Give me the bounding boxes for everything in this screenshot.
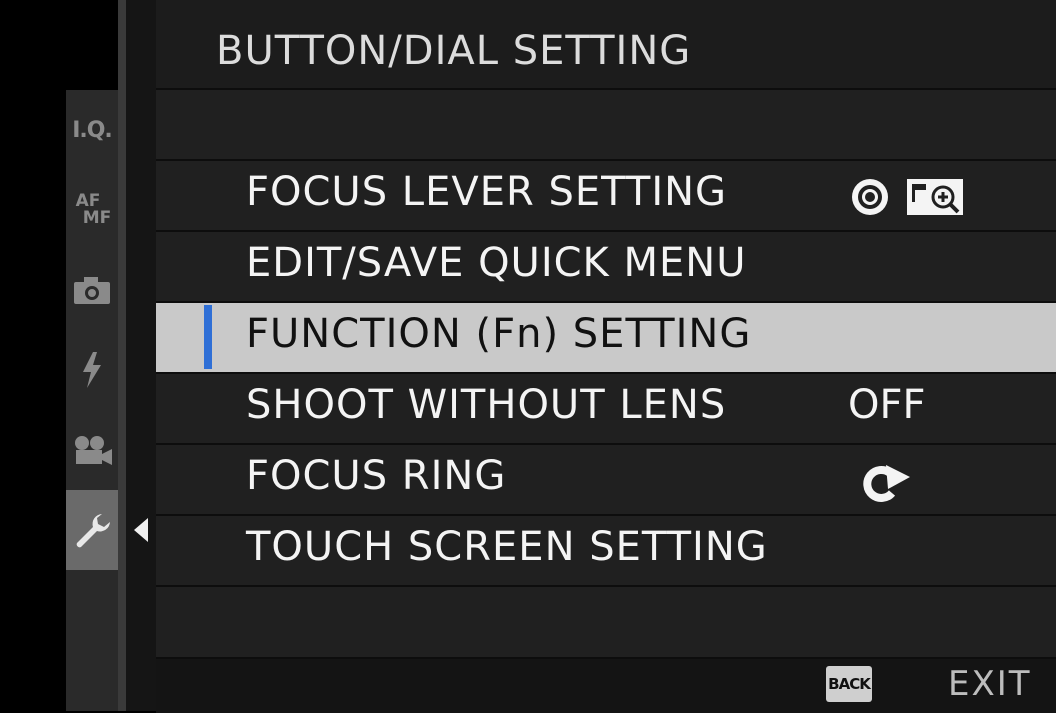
menu-spacer-row xyxy=(156,88,1056,159)
movie-icon xyxy=(75,436,112,465)
joystick-icon xyxy=(852,179,888,215)
menu-item-function-fn-setting[interactable]: FUNCTION (Fn) SETTING xyxy=(156,301,1056,372)
menu-item-focus-lever-setting[interactable]: FOCUS LEVER SETTING xyxy=(156,159,1056,230)
menu-item-edit-save-quick-menu[interactable]: EDIT/SAVE QUICK MENU xyxy=(156,230,1056,301)
page-title: BUTTON/DIAL SETTING xyxy=(216,28,692,74)
tab-af-mf[interactable]: AF MF xyxy=(66,170,118,250)
tab-shooting[interactable] xyxy=(66,250,118,330)
menu-item-label: FOCUS RING xyxy=(246,453,507,499)
flash-icon xyxy=(83,352,101,388)
rotate-clockwise-icon xyxy=(863,465,910,502)
back-button[interactable]: BACK xyxy=(826,666,872,702)
selection-marker xyxy=(204,305,212,369)
camera-icon xyxy=(74,277,110,304)
menu-item-label: SHOOT WITHOUT LENS xyxy=(246,382,727,428)
footer-bar xyxy=(156,657,1056,713)
back-label: BACK xyxy=(828,675,871,693)
exit-label: EXIT xyxy=(948,664,1032,704)
tab-iq-label: I.Q. xyxy=(72,117,113,143)
menu-item-focus-ring[interactable]: FOCUS RING xyxy=(156,443,1056,514)
focus-zoom-icon xyxy=(907,179,963,215)
menu-item-label: FOCUS LEVER SETTING xyxy=(246,169,728,215)
tab-movie[interactable] xyxy=(66,410,118,490)
menu-item-touch-screen-setting[interactable]: TOUCH SCREEN SETTING xyxy=(156,514,1056,585)
menu-tab-rail: I.Q. AF MF xyxy=(66,90,118,711)
wrench-icon xyxy=(76,514,110,548)
tab-setup[interactable] xyxy=(66,490,118,570)
tab-mf-label: MF xyxy=(82,208,112,228)
menu-item-value xyxy=(856,463,912,503)
rail-gap xyxy=(126,0,156,711)
tab-image-quality[interactable]: I.Q. xyxy=(66,90,118,170)
menu-item-value xyxy=(848,177,964,217)
menu-spacer-row xyxy=(156,585,1056,657)
menu-item-label: TOUCH SCREEN SETTING xyxy=(246,524,768,570)
menu-item-value: OFF xyxy=(848,382,926,428)
menu-item-shoot-without-lens[interactable]: SHOOT WITHOUT LENS OFF xyxy=(156,372,1056,443)
menu-item-label: FUNCTION (Fn) SETTING xyxy=(246,311,752,357)
left-margin xyxy=(0,0,66,711)
tab-flash[interactable] xyxy=(66,330,118,410)
menu-item-label: EDIT/SAVE QUICK MENU xyxy=(246,240,747,286)
rail-separator xyxy=(118,0,126,711)
active-tab-indicator-icon xyxy=(134,518,148,542)
